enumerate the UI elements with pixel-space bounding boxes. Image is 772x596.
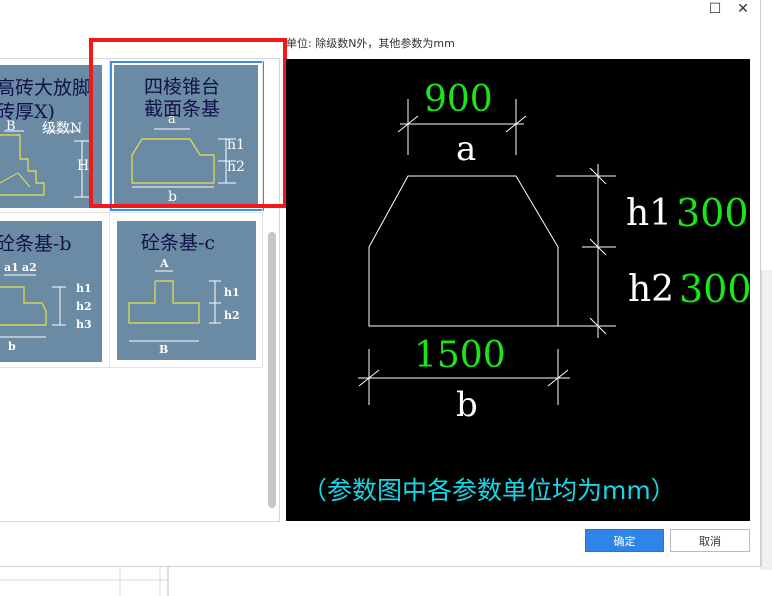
tile-label-b: B bbox=[159, 343, 169, 356]
tile-label-a2: a2 bbox=[22, 261, 37, 274]
h2-value: 300 bbox=[679, 267, 752, 311]
tile-separator bbox=[0, 212, 262, 213]
template-tile-brick-footing[interactable]: 高砖大放脚 砖厚X) B 级数N H bbox=[0, 65, 102, 208]
template-list-scrollbar[interactable] bbox=[268, 232, 276, 508]
b-label: b bbox=[456, 385, 478, 425]
tile-label-n: 级数N bbox=[42, 121, 83, 137]
unit-note: （参数图中各参数单位均为mm） bbox=[302, 476, 676, 505]
close-button[interactable]: ✕ bbox=[731, 0, 755, 18]
h2-label: h2 bbox=[628, 269, 675, 310]
tile-separator bbox=[0, 367, 262, 368]
h1-label: h1 bbox=[626, 193, 673, 234]
cancel-button[interactable]: 取消 bbox=[670, 529, 750, 552]
tile-label-h: H bbox=[77, 158, 90, 174]
parameter-dialog: ☐ ✕ 单位: 除级数N外，其他参数为mm 高砖大放脚 砖厚X) B 级数N H bbox=[0, 0, 761, 567]
a-label: a bbox=[456, 129, 477, 169]
maximize-button[interactable]: ☐ bbox=[703, 0, 727, 18]
tile-label-b: b bbox=[8, 340, 16, 353]
background-window-edge bbox=[761, 270, 772, 570]
h1-value: 300 bbox=[676, 191, 749, 235]
b-value: 1500 bbox=[414, 335, 506, 376]
template-tile-strip-c[interactable]: 砼条基-c A h1 h2 B bbox=[117, 221, 256, 360]
tile-label-b: B bbox=[6, 119, 16, 134]
tile-label-a: A bbox=[160, 257, 169, 270]
tile-label-h3: h3 bbox=[76, 318, 92, 331]
parameter-preview: 900 a h1 300 h2 300 1500 b （参数图中各参数单位均为m… bbox=[286, 59, 752, 521]
unit-label: 单位: 除级数N外，其他参数为mm bbox=[286, 37, 455, 50]
template-tile-strip-b[interactable]: 砼条基-b a1 a2 h1 h2 h3 b bbox=[0, 221, 102, 362]
tile-label-a1: a1 bbox=[4, 261, 19, 274]
highlight-annotation-box bbox=[89, 38, 287, 208]
tile-label-h2: h2 bbox=[224, 309, 240, 322]
a-value: 900 bbox=[424, 79, 493, 120]
background-spreadsheet bbox=[0, 566, 772, 596]
ok-button[interactable]: 确定 bbox=[585, 529, 664, 552]
tile-label-h1: h1 bbox=[76, 282, 92, 295]
tile-label-h2: h2 bbox=[76, 300, 92, 313]
tile-label-h1: h1 bbox=[224, 286, 240, 299]
